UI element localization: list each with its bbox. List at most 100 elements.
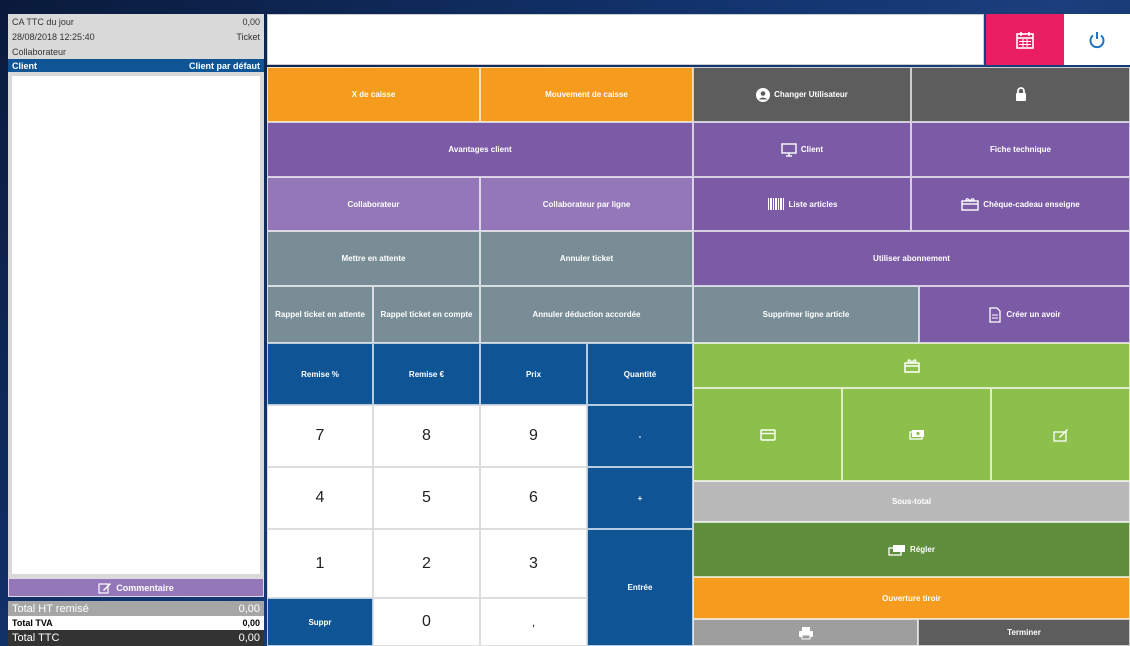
cash-icon	[908, 429, 924, 440]
key-1-label: 1	[315, 554, 325, 572]
total-ht-value: 0,00	[238, 602, 260, 615]
rappel-compte-button[interactable]: Rappel ticket en compte	[373, 286, 480, 343]
collab-btn-label: Collaborateur	[347, 199, 400, 209]
tiroir-label: Ouverture tiroir	[882, 593, 941, 603]
sous-total-button[interactable]: Sous-total	[693, 481, 1130, 522]
entree-button[interactable]: Entrée	[587, 529, 693, 646]
key-0-label: 0	[422, 613, 431, 630]
key-0[interactable]: 0	[373, 598, 480, 646]
prix-button[interactable]: Prix	[480, 343, 587, 405]
rappel-attente-label: Rappel ticket en attente	[275, 310, 365, 319]
creer-avoir-button[interactable]: Créer un avoir	[919, 286, 1130, 343]
ticket-lines-list[interactable]	[8, 72, 264, 578]
utiliser-abonnement-button[interactable]: Utiliser abonnement	[693, 231, 1130, 286]
gift-button[interactable]	[693, 343, 1130, 388]
lock-icon	[1015, 87, 1026, 101]
barcode-icon	[767, 198, 784, 210]
cheque-icon	[1052, 428, 1068, 442]
printer-icon	[798, 626, 813, 639]
key-9-label: 9	[529, 427, 538, 444]
calendar-button[interactable]	[986, 14, 1064, 65]
rappel-attente-button[interactable]: Rappel ticket en attente	[267, 286, 373, 343]
monitor-icon	[781, 142, 797, 157]
key-9[interactable]: 9	[480, 405, 587, 467]
key-5[interactable]: 5	[373, 467, 480, 529]
search-display-bar[interactable]	[267, 14, 984, 65]
datetime: 28/08/2018 12:25:40	[12, 31, 95, 42]
lock-button[interactable]	[911, 67, 1130, 122]
gift-icon	[903, 359, 920, 373]
power-button[interactable]	[1064, 14, 1130, 65]
remise-pct-button[interactable]: Remise %	[267, 343, 373, 405]
key-7[interactable]: 7	[267, 405, 373, 467]
collab-label: Collaborateur	[12, 46, 67, 57]
user-icon	[756, 87, 771, 102]
suppr-label: Suppr	[308, 617, 332, 627]
sous-total-label: Sous-total	[891, 497, 932, 506]
cash-payment-button[interactable]	[842, 388, 991, 481]
ouverture-tiroir-button[interactable]: Ouverture tiroir	[693, 577, 1130, 619]
fiche-technique-button[interactable]: Fiche technique	[911, 122, 1130, 177]
supprimer-ligne-button[interactable]: Supprimer ligne article	[693, 286, 919, 343]
mettre-en-attente-button[interactable]: Mettre en attente	[267, 231, 480, 286]
minus-button[interactable]: -	[587, 405, 693, 467]
remise-eur-button[interactable]: Remise €	[373, 343, 480, 405]
client-value: Client par défaut	[188, 60, 260, 71]
key-2[interactable]: 2	[373, 529, 480, 598]
regler-button[interactable]: Régler	[693, 522, 1130, 577]
client-button[interactable]: Client	[693, 122, 911, 177]
power-icon	[1089, 31, 1105, 48]
total-ht-row: Total HT remisé 0,00	[8, 601, 264, 616]
cheque-cadeau-button[interactable]: Chèque-cadeau enseigne	[911, 177, 1130, 231]
collab-ligne-label: Collaborateur par ligne	[542, 199, 631, 209]
liste-articles-button[interactable]: Liste articles	[693, 177, 911, 231]
collaborateur-button[interactable]: Collaborateur	[267, 177, 480, 231]
card-payment-button[interactable]	[693, 388, 842, 481]
credit-card-icon	[759, 428, 776, 441]
changer-utilisateur-button[interactable]: Changer Utilisateur	[693, 67, 911, 122]
print-button[interactable]	[693, 619, 918, 646]
remise-pct-label: Remise %	[301, 369, 339, 379]
terminer-label: Terminer	[1007, 628, 1041, 637]
quantite-button[interactable]: Quantité	[587, 343, 693, 405]
mouvement-caisse-button[interactable]: Mouvement de caisse	[480, 67, 693, 122]
plus-button[interactable]: +	[587, 467, 693, 529]
annuler-deduction-label: Annuler déduction accordée	[532, 310, 641, 319]
pay-icon	[888, 544, 906, 556]
attente-label: Mettre en attente	[341, 254, 406, 263]
terminer-button[interactable]: Terminer	[918, 619, 1130, 646]
minus-label: -	[638, 431, 642, 441]
avantages-client-button[interactable]: Avantages client	[267, 122, 693, 177]
supprimer-ligne-label: Supprimer ligne article	[762, 310, 850, 319]
calendar-icon	[1016, 31, 1034, 49]
avantages-label: Avantages client	[448, 145, 512, 154]
key-1[interactable]: 1	[267, 529, 373, 598]
collaborateur-ligne-button[interactable]: Collaborateur par ligne	[480, 177, 693, 231]
total-tva-label: Total TVA	[12, 618, 53, 628]
annuler-ticket-button[interactable]: Annuler ticket	[480, 231, 693, 286]
client-row[interactable]: Client Client par défaut	[8, 59, 264, 72]
cheque-payment-button[interactable]	[991, 388, 1130, 481]
mouvement-label: Mouvement de caisse	[545, 90, 628, 99]
comment-button[interactable]: Commentaire	[8, 578, 264, 597]
changer-user-label: Changer Utilisateur	[774, 90, 848, 99]
key-3[interactable]: 3	[480, 529, 587, 598]
entree-label: Entrée	[627, 583, 653, 592]
liste-label: Liste articles	[788, 199, 838, 209]
client-btn-label: Client	[800, 145, 824, 154]
key-4[interactable]: 4	[267, 467, 373, 529]
suppr-button[interactable]: Suppr	[267, 598, 373, 646]
annuler-deduction-button[interactable]: Annuler déduction accordée	[480, 286, 693, 343]
ca-label: CA TTC du jour	[12, 16, 74, 27]
key-8[interactable]: 8	[373, 405, 480, 467]
ticket-label: Ticket	[236, 31, 260, 42]
comma-key[interactable]: ,	[480, 598, 587, 646]
quantite-label: Quantité	[623, 369, 657, 379]
comma-label: ,	[531, 615, 536, 629]
key-6[interactable]: 6	[480, 467, 587, 529]
comment-label: Commentaire	[116, 582, 174, 593]
x-caisse-label: X de caisse	[351, 90, 396, 99]
collab-row[interactable]: Collaborateur	[8, 44, 264, 59]
document-icon	[989, 306, 1002, 323]
x-caisse-button[interactable]: X de caisse	[267, 67, 480, 122]
